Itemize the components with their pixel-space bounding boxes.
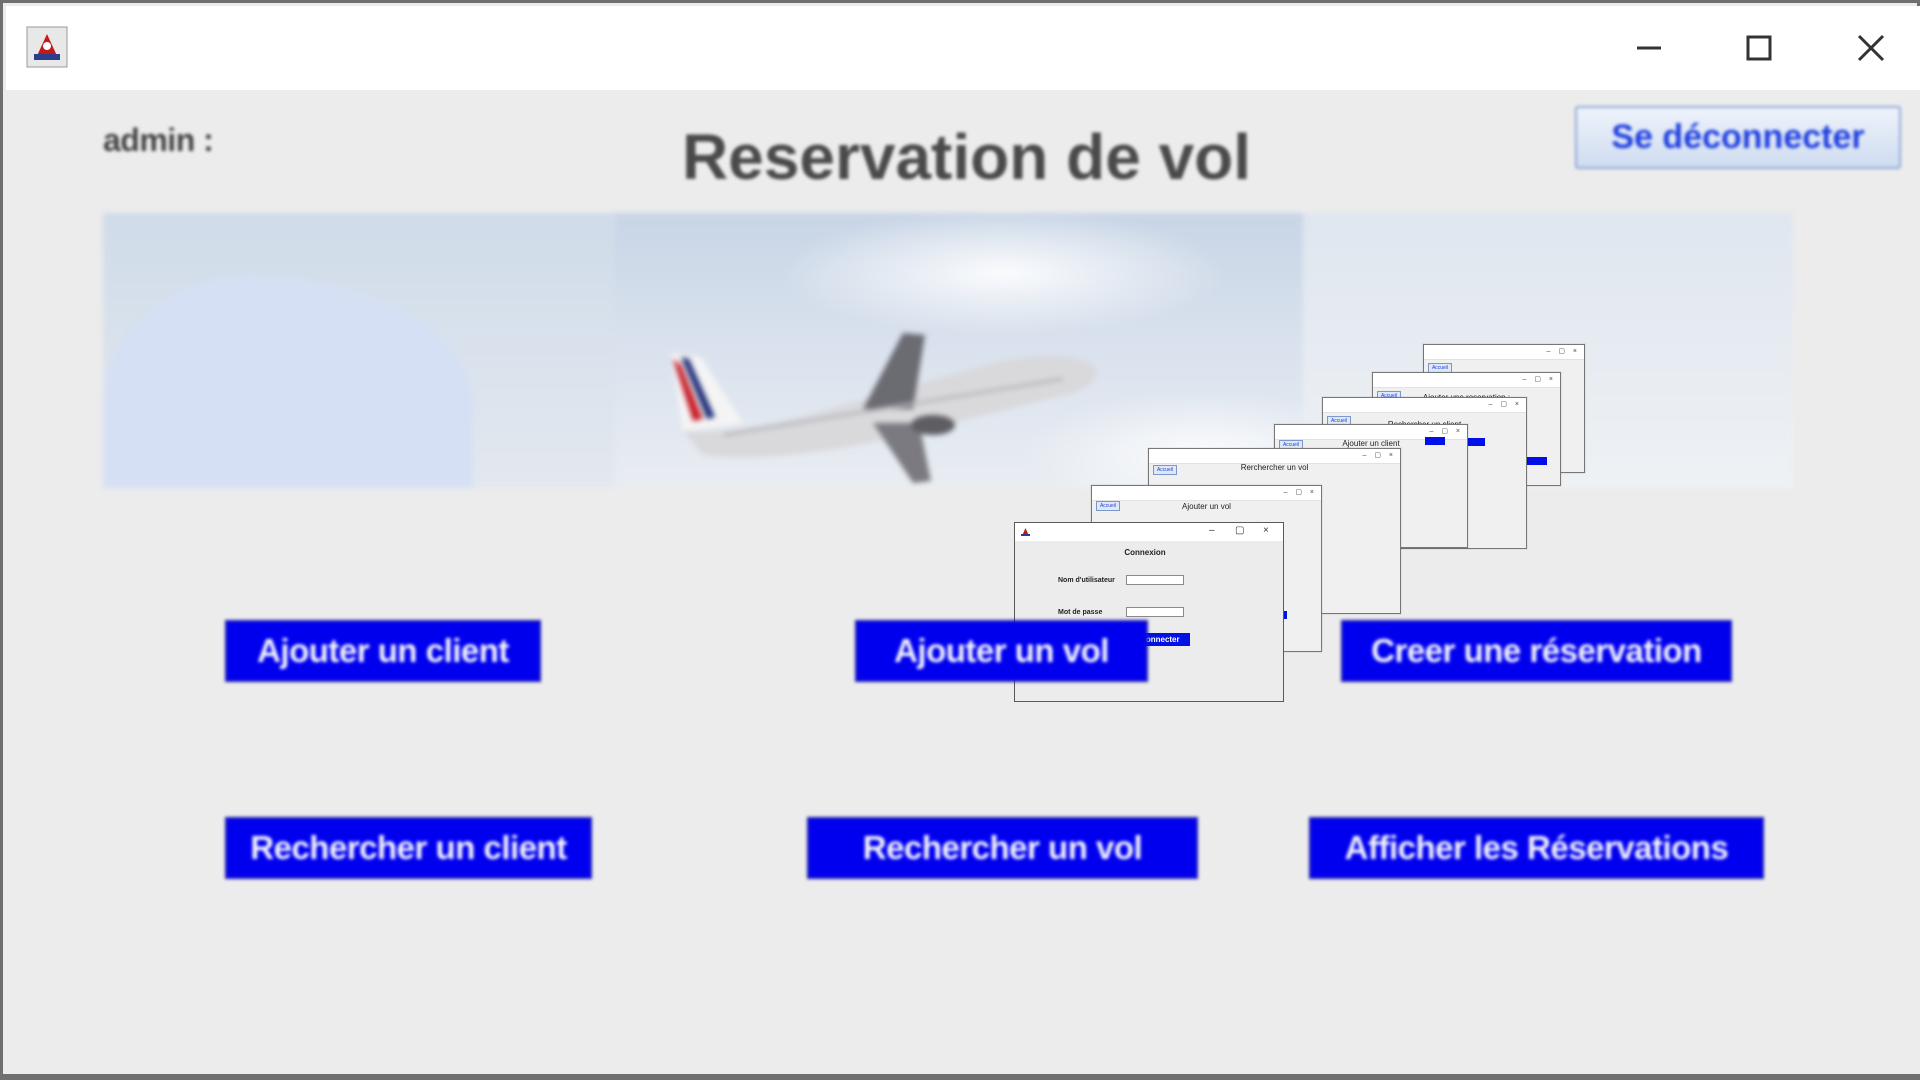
maximize-icon[interactable]: [1714, 18, 1804, 78]
username-label: Nom d'utilisateur: [1058, 577, 1115, 584]
show-reservations-button[interactable]: Afficher les Réservations: [1309, 817, 1764, 879]
window-titlebar: [6, 6, 1920, 90]
login-title: Connexion: [1124, 548, 1166, 557]
close-icon[interactable]: [1826, 18, 1916, 78]
airplane-image: [671, 333, 1098, 483]
create-reservation-button[interactable]: Creer une réservation: [1341, 620, 1732, 682]
add-client-button[interactable]: Ajouter un client: [225, 620, 541, 682]
add-flight-button[interactable]: Ajouter un vol: [855, 620, 1148, 682]
password-label: Mot de passe: [1058, 609, 1103, 616]
app-window: admin : Reservation de vol Se déconnecte…: [0, 0, 1920, 1080]
username-field: [1126, 575, 1184, 585]
mini-window-title: Ajouter un vol: [1182, 502, 1231, 511]
mini-window-title: Rerchercher un vol: [1240, 463, 1309, 472]
search-client-button[interactable]: Rechercher un client: [225, 817, 592, 879]
password-field: [1126, 607, 1184, 617]
logout-button[interactable]: Se déconnecter: [1575, 106, 1901, 169]
java-app-icon: [24, 24, 70, 70]
java-app-icon: [1021, 528, 1030, 536]
main-content: admin : Reservation de vol Se déconnecte…: [6, 90, 1920, 1074]
search-flight-button[interactable]: Rechercher un vol: [807, 817, 1198, 879]
minimize-icon[interactable]: [1604, 18, 1694, 78]
banner-left-panel: [103, 213, 615, 488]
